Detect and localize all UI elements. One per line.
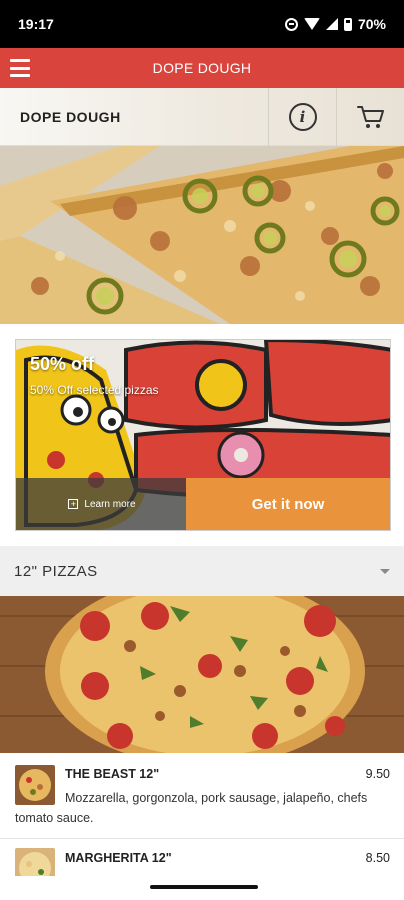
hero-image <box>0 146 404 324</box>
store-header: DOPE DOUGH i <box>0 87 404 146</box>
item-description: Mozzarella, gorgonzola, pork sausage, ja… <box>15 791 368 825</box>
item-price: 8.50 <box>365 851 390 865</box>
info-icon: i <box>288 102 317 131</box>
get-it-now-label: Get it now <box>251 495 325 513</box>
promo-card[interactable]: 50% off 50% Off selected pizzas + Learn … <box>15 339 391 531</box>
status-time: 19:17 <box>18 16 54 32</box>
cart-icon <box>356 105 384 128</box>
item-price: 9.50 <box>365 767 390 781</box>
store-name: DOPE DOUGH <box>20 108 121 125</box>
cart-button[interactable] <box>336 87 404 146</box>
category-label: 12" PIZZAS <box>14 562 98 580</box>
wifi-icon <box>303 18 320 30</box>
learn-more-label: Learn more <box>84 498 136 510</box>
info-button[interactable]: i <box>268 87 336 146</box>
app-title: DOPE DOUGH <box>152 60 252 76</box>
promo-subtitle: 50% Off selected pizzas <box>30 383 159 397</box>
status-bar: 19:17 70% <box>0 0 404 48</box>
app-bar: DOPE DOUGH <box>0 48 404 88</box>
expand-icon: + <box>68 499 79 509</box>
signal-icon <box>325 18 338 30</box>
battery-icon <box>343 17 352 31</box>
battery-percent: 70% <box>357 16 386 32</box>
menu-item[interactable]: THE BEAST 12" 9.50 Mozzarella, gorgonzol… <box>0 753 404 839</box>
category-image <box>0 596 404 753</box>
item-name: MARGHERITA 12" <box>65 851 172 865</box>
do-not-disturb-icon <box>284 17 298 31</box>
promo-title: 50% off <box>30 354 95 374</box>
category-header[interactable]: 12" PIZZAS <box>0 546 404 596</box>
home-handle[interactable] <box>150 885 258 889</box>
get-it-now-button[interactable]: Get it now <box>186 478 390 530</box>
status-icons: 70% <box>284 16 386 32</box>
gesture-nav-bar <box>0 876 404 900</box>
learn-more-button[interactable]: + Learn more <box>16 478 188 530</box>
chevron-down-icon <box>380 568 390 574</box>
item-name: THE BEAST 12" <box>65 767 160 781</box>
menu-icon[interactable] <box>10 59 30 77</box>
